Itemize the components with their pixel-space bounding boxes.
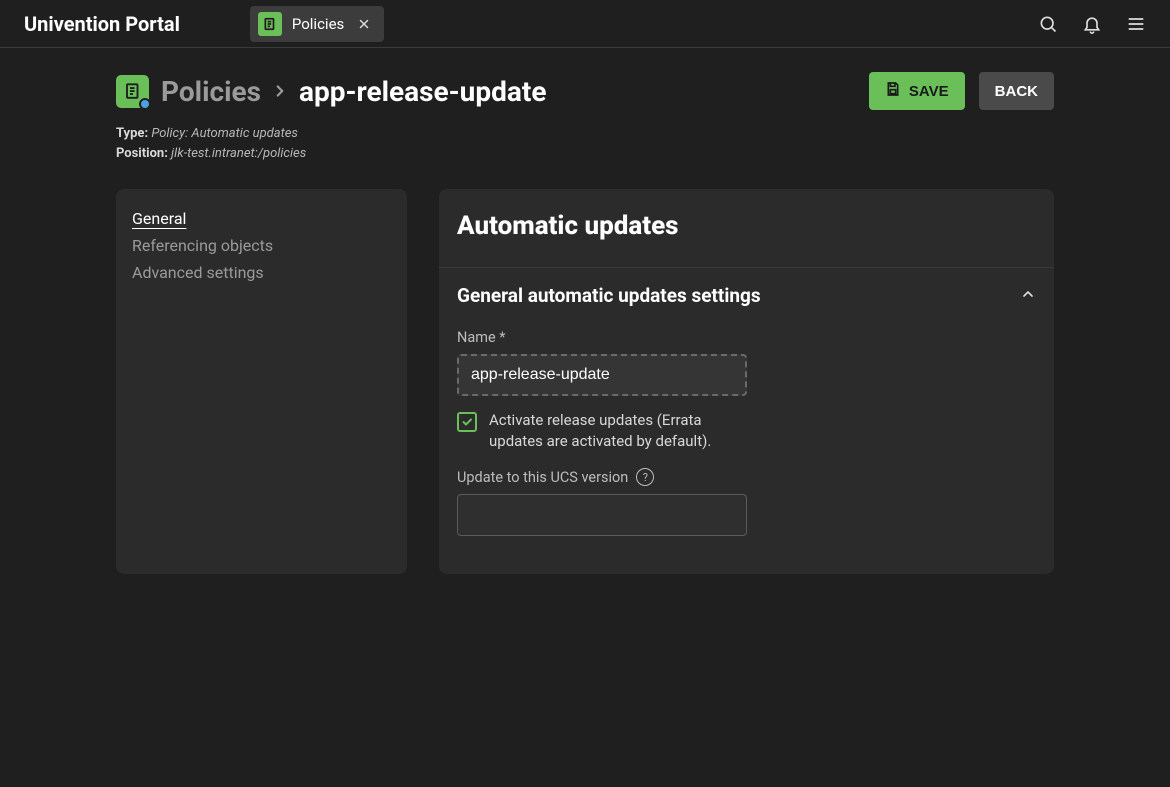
name-label-text: Name — [457, 329, 496, 346]
meta-position-value: jlk-test.intranet:/policies — [171, 146, 306, 161]
close-icon[interactable] — [354, 14, 374, 34]
search-icon[interactable] — [1026, 0, 1070, 48]
sidebar: General Referencing objects Advanced set… — [116, 189, 407, 574]
bell-icon[interactable] — [1070, 0, 1114, 48]
field-activate: Activate release updates (Errata updates… — [457, 410, 757, 452]
save-icon — [885, 81, 901, 101]
policies-icon — [258, 12, 282, 36]
version-input[interactable] — [457, 494, 747, 536]
meta: Type: Policy: Automatic updates Position… — [116, 124, 1054, 163]
sidebar-item-general[interactable]: General — [132, 205, 391, 232]
save-label: SAVE — [909, 83, 949, 100]
activate-label: Activate release updates (Errata updates… — [489, 410, 757, 452]
help-icon[interactable]: ? — [636, 468, 654, 486]
tab-policies[interactable]: Policies — [250, 6, 384, 42]
app-header: Univention Portal Policies — [0, 0, 1170, 48]
main-panel: Automatic updates General automatic upda… — [439, 189, 1054, 574]
chevron-up-icon — [1020, 286, 1036, 306]
sidebar-item-referencing[interactable]: Referencing objects — [132, 232, 391, 259]
brand-title: Univention Portal — [24, 12, 180, 36]
meta-position-label: Position — [116, 146, 164, 161]
menu-icon[interactable] — [1114, 0, 1158, 48]
policies-page-icon — [116, 75, 149, 108]
section-header[interactable]: General automatic updates settings — [439, 267, 1054, 323]
field-name: Name * — [457, 329, 747, 396]
tab-label: Policies — [292, 15, 344, 33]
form: Name * Activate release updates (Errata … — [439, 323, 1054, 574]
required-marker: * — [499, 329, 505, 346]
version-label: Update to this UCS version ? — [457, 468, 747, 486]
meta-type-value: Policy: Automatic updates — [151, 126, 298, 141]
section-title: General automatic updates settings — [457, 284, 1020, 307]
page: Policies app-release-update SAVE BACK Ty… — [0, 48, 1170, 574]
back-button[interactable]: BACK — [979, 72, 1054, 110]
main-title: Automatic updates — [439, 189, 1054, 267]
policy-icon-badge — [139, 98, 151, 110]
meta-type-label: Type — [116, 126, 144, 141]
back-label: BACK — [995, 83, 1038, 100]
field-version: Update to this UCS version ? — [457, 468, 747, 536]
chevron-right-icon — [271, 82, 289, 100]
breadcrumb-parent[interactable]: Policies — [161, 75, 261, 108]
sidebar-item-advanced[interactable]: Advanced settings — [132, 259, 391, 286]
title-row: Policies app-release-update SAVE BACK — [116, 72, 1054, 110]
page-title: app-release-update — [299, 75, 546, 108]
content: General Referencing objects Advanced set… — [116, 189, 1054, 574]
name-input[interactable] — [457, 354, 747, 396]
name-label: Name * — [457, 329, 747, 346]
activate-checkbox[interactable] — [457, 412, 477, 432]
version-label-text: Update to this UCS version — [457, 469, 628, 486]
save-button[interactable]: SAVE — [869, 72, 965, 110]
tabs: Policies — [250, 6, 384, 42]
